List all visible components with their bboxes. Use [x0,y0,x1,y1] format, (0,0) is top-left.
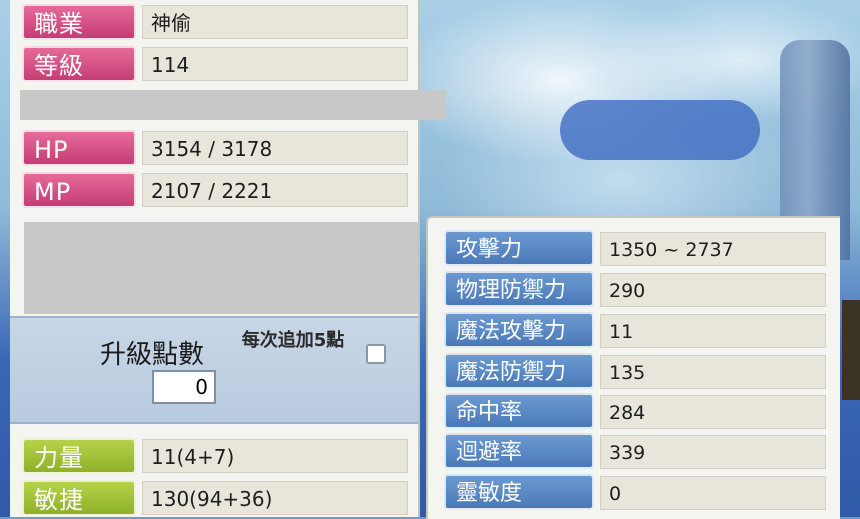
stat-value-attack: 1350 ~ 2737 [600,232,826,266]
stat-value-evasion: 339 [600,435,826,469]
job-value: 神偷 [142,5,408,39]
stat-label-magic-attack: 魔法攻擊力 [444,312,594,348]
stat-value-accuracy: 284 [600,395,826,429]
level-up-points-title: 升級點數 [100,340,205,370]
level-up-points-input[interactable]: 0 [152,370,216,404]
mp-row: MP 2107 / 2221 [22,172,418,210]
combat-stat-panel: 攻擊力 1350 ~ 2737 物理防禦力 290 魔法攻擊力 11 魔法防禦力… [426,216,840,519]
stat-value-agility: 0 [600,476,826,510]
job-label: 職業 [22,4,136,40]
stat-row-magic-defense: 魔法防禦力 135 [444,353,834,393]
str-label: 力量 [22,438,136,474]
stat-value-magic-defense: 135 [600,355,826,389]
stat-row-magic-attack: 魔法攻擊力 11 [444,312,834,352]
stat-row-physical-defense: 物理防禦力 290 [444,271,834,311]
character-stat-panel: 職業 神偷 等級 114 HP 3154 / 3178 MP 2107 / 22… [10,0,446,518]
str-row: 力量 11(4+7) [22,438,418,476]
hp-row: HP 3154 / 3178 [22,130,418,168]
stat-row-accuracy: 命中率 284 [444,393,834,433]
stat-label-evasion: 迴避率 [444,433,594,469]
stat-label-agility: 靈敏度 [444,474,594,510]
redacted-block [24,222,418,314]
dex-row: 敏捷 130(94+36) [22,480,418,518]
mp-value: 2107 / 2221 [142,173,408,207]
dex-label: 敏捷 [22,480,136,516]
hp-value: 3154 / 3178 [142,131,408,165]
auto-add-label: 每次追加5點 [241,330,345,351]
level-row: 等級 114 [22,46,418,84]
redacted-row [20,90,446,120]
mp-label: MP [22,172,136,208]
stat-row-attack: 攻擊力 1350 ~ 2737 [444,230,834,270]
stat-value-physical-defense: 290 [600,273,826,307]
auto-add-checkbox[interactable] [366,344,386,364]
job-row: 職業 神偷 [22,4,418,42]
background-edge [842,300,860,400]
stat-label-magic-defense: 魔法防禦力 [444,353,594,389]
stat-value-magic-attack: 11 [600,314,826,348]
stat-label-attack: 攻擊力 [444,230,594,266]
dex-value: 130(94+36) [142,481,408,515]
hp-label: HP [22,130,136,166]
stat-label-accuracy: 命中率 [444,393,594,429]
level-up-box: 升級點數 0 每次追加5點 [10,316,418,424]
stat-row-evasion: 迴避率 339 [444,433,834,473]
stat-label-physical-defense: 物理防禦力 [444,271,594,307]
str-value: 11(4+7) [142,439,408,473]
level-value: 114 [142,47,408,81]
background-cloud [560,100,760,160]
stat-row-agility: 靈敏度 0 [444,474,834,514]
level-label: 等級 [22,46,136,82]
